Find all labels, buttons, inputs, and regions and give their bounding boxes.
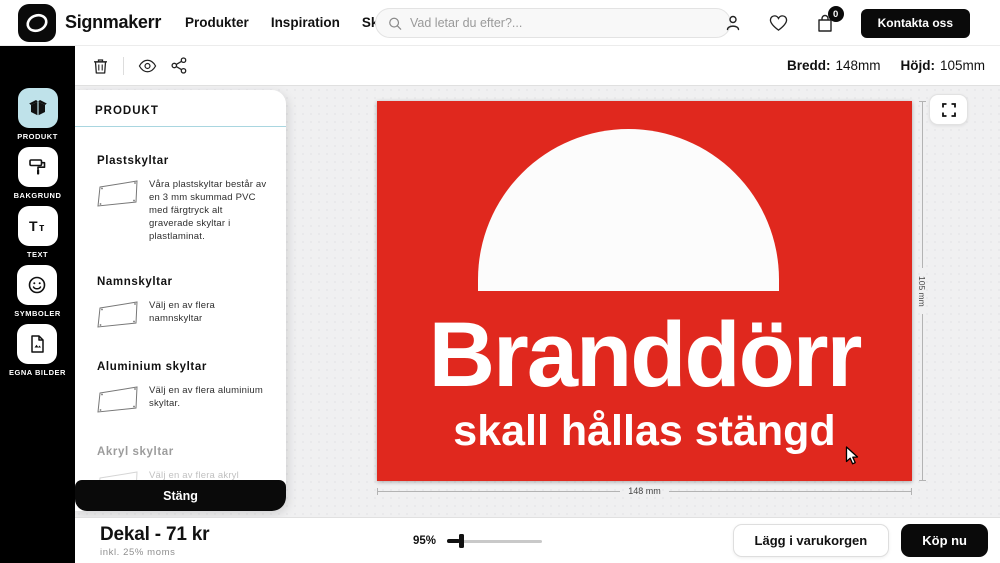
panel-title: PRODUKT (75, 90, 286, 126)
width-dimension-label: 148 mm (620, 486, 669, 496)
paint-roller-icon (18, 147, 58, 187)
svg-text:T: T (29, 218, 38, 234)
height-dimension-annotation: 105 mm (914, 101, 930, 481)
fullscreen-button[interactable] (929, 94, 968, 125)
tool-sidebar: PRODUKT BAKGRUND T т TEXT (0, 46, 75, 563)
product-list: Plastskyltar Våra plastskyltar består av… (75, 127, 286, 499)
search-input[interactable] (410, 16, 718, 30)
navbar-actions: 0 Kontakta oss (723, 0, 1000, 46)
sign-thumbnail-icon (97, 384, 139, 414)
svg-text:т: т (39, 222, 45, 234)
zoom-slider[interactable] (447, 533, 542, 549)
zoom-slider-handle[interactable] (459, 534, 464, 548)
list-item-namnskyltar[interactable]: Namnskyltar Välj en av flera namnskyltar (97, 276, 268, 329)
list-item-aluminium-skyltar[interactable]: Aluminium skyltar Välj en av flera alumi… (97, 361, 268, 414)
product-item-title: Namnskyltar (97, 276, 268, 288)
package-icon (18, 88, 58, 128)
sidebar-item-egna-bilder[interactable]: EGNA BILDER (9, 324, 66, 377)
delete-trash-icon[interactable] (90, 56, 110, 76)
sidebar-item-label: PRODUKT (17, 132, 58, 141)
sidebar-item-label: EGNA BILDER (9, 368, 66, 377)
height-readout: Höjd: 105mm (900, 58, 985, 73)
product-item-title: Akryl skyltar (97, 446, 268, 458)
height-label: Höjd: (900, 58, 935, 73)
favorites-heart-icon[interactable] (769, 13, 789, 33)
list-item-plastskyltar[interactable]: Plastskyltar Våra plastskyltar består av… (97, 155, 268, 244)
signmaker-app: Signmakerr Produkter Inspiration Skyltst… (0, 0, 1000, 563)
zoom-level-value: 95% (413, 535, 436, 547)
brand-logo[interactable] (18, 4, 56, 42)
search-bar[interactable] (375, 8, 731, 38)
product-item-description: Våra plastskyltar består av en 3 mm skum… (149, 178, 268, 244)
sidebar-item-bakgrund[interactable]: BAKGRUND (14, 147, 62, 200)
close-panel-button[interactable]: Stäng (75, 480, 286, 511)
fullscreen-icon (942, 103, 956, 117)
add-to-cart-button[interactable]: Lägg i varukorgen (733, 524, 890, 557)
share-icon[interactable] (169, 56, 189, 76)
sign-subheading-text[interactable]: skall hållas stängd (377, 410, 912, 453)
cart-icon[interactable]: 0 (815, 13, 835, 33)
sign-artboard[interactable]: Branddörr skall hållas stängd (377, 101, 912, 481)
product-panel: PRODUKT Plastskyltar Våra plastskyltar b… (75, 90, 286, 511)
width-label: Bredd: (787, 58, 831, 73)
logo-blob-icon (24, 10, 50, 36)
vat-note: inkl. 25% moms (100, 547, 209, 558)
product-price: Dekal - 71 kr (100, 524, 209, 546)
buy-now-button[interactable]: Köp nu (901, 524, 988, 557)
sidebar-item-label: SYMBOLER (14, 309, 61, 318)
product-item-title: Plastskyltar (97, 155, 268, 167)
image-file-icon (17, 324, 57, 364)
nav-link-produkter[interactable]: Produkter (185, 15, 249, 30)
footer-buttons: Lägg i varukorgen Köp nu (733, 524, 1000, 557)
search-icon (388, 16, 402, 31)
width-dimension-annotation: 148 mm (377, 483, 912, 499)
sign-dome-shape[interactable] (478, 129, 779, 291)
product-item-description: Välj en av flera aluminium skyltar. (149, 384, 268, 410)
nav-link-inspiration[interactable]: Inspiration (271, 15, 340, 30)
width-value: 148mm (835, 58, 880, 73)
dimension-readout: Bredd: 148mm Höjd: 105mm (787, 58, 985, 73)
editor-toolbar: Bredd: 148mm Höjd: 105mm (75, 46, 1000, 86)
account-icon[interactable] (723, 13, 743, 33)
product-item-description: Välj en av flera namnskyltar (149, 299, 268, 325)
zoom-control: 95% (413, 518, 542, 563)
toolbar-divider (123, 57, 124, 75)
height-value: 105mm (940, 58, 985, 73)
sidebar-item-produkt[interactable]: PRODUKT (17, 88, 58, 141)
sidebar-item-text[interactable]: T т TEXT (18, 206, 58, 259)
design-canvas[interactable]: PRODUKT Plastskyltar Våra plastskyltar b… (75, 86, 1000, 517)
contact-button[interactable]: Kontakta oss (861, 9, 970, 38)
brand-name[interactable]: Signmakerr (65, 12, 161, 33)
sidebar-item-label: TEXT (27, 250, 48, 259)
sign-thumbnail-icon (97, 299, 139, 329)
sign-heading-text[interactable]: Branddörr (377, 309, 912, 401)
footer-bar: Dekal - 71 kr inkl. 25% moms 95% Lägg i … (75, 517, 1000, 563)
text-icon: T т (18, 206, 58, 246)
preview-eye-icon[interactable] (137, 56, 157, 76)
sidebar-item-symboler[interactable]: SYMBOLER (14, 265, 61, 318)
price-block: Dekal - 71 kr inkl. 25% moms (100, 524, 209, 558)
height-dimension-label: 105 mm (917, 268, 927, 315)
cart-badge: 0 (828, 6, 844, 22)
top-navbar: Signmakerr Produkter Inspiration Skyltst… (0, 0, 1000, 46)
product-item-title: Aluminium skyltar (97, 361, 268, 373)
width-readout: Bredd: 148mm (787, 58, 881, 73)
sign-thumbnail-icon (97, 178, 139, 208)
sidebar-item-label: BAKGRUND (14, 191, 62, 200)
smiley-icon (17, 265, 57, 305)
